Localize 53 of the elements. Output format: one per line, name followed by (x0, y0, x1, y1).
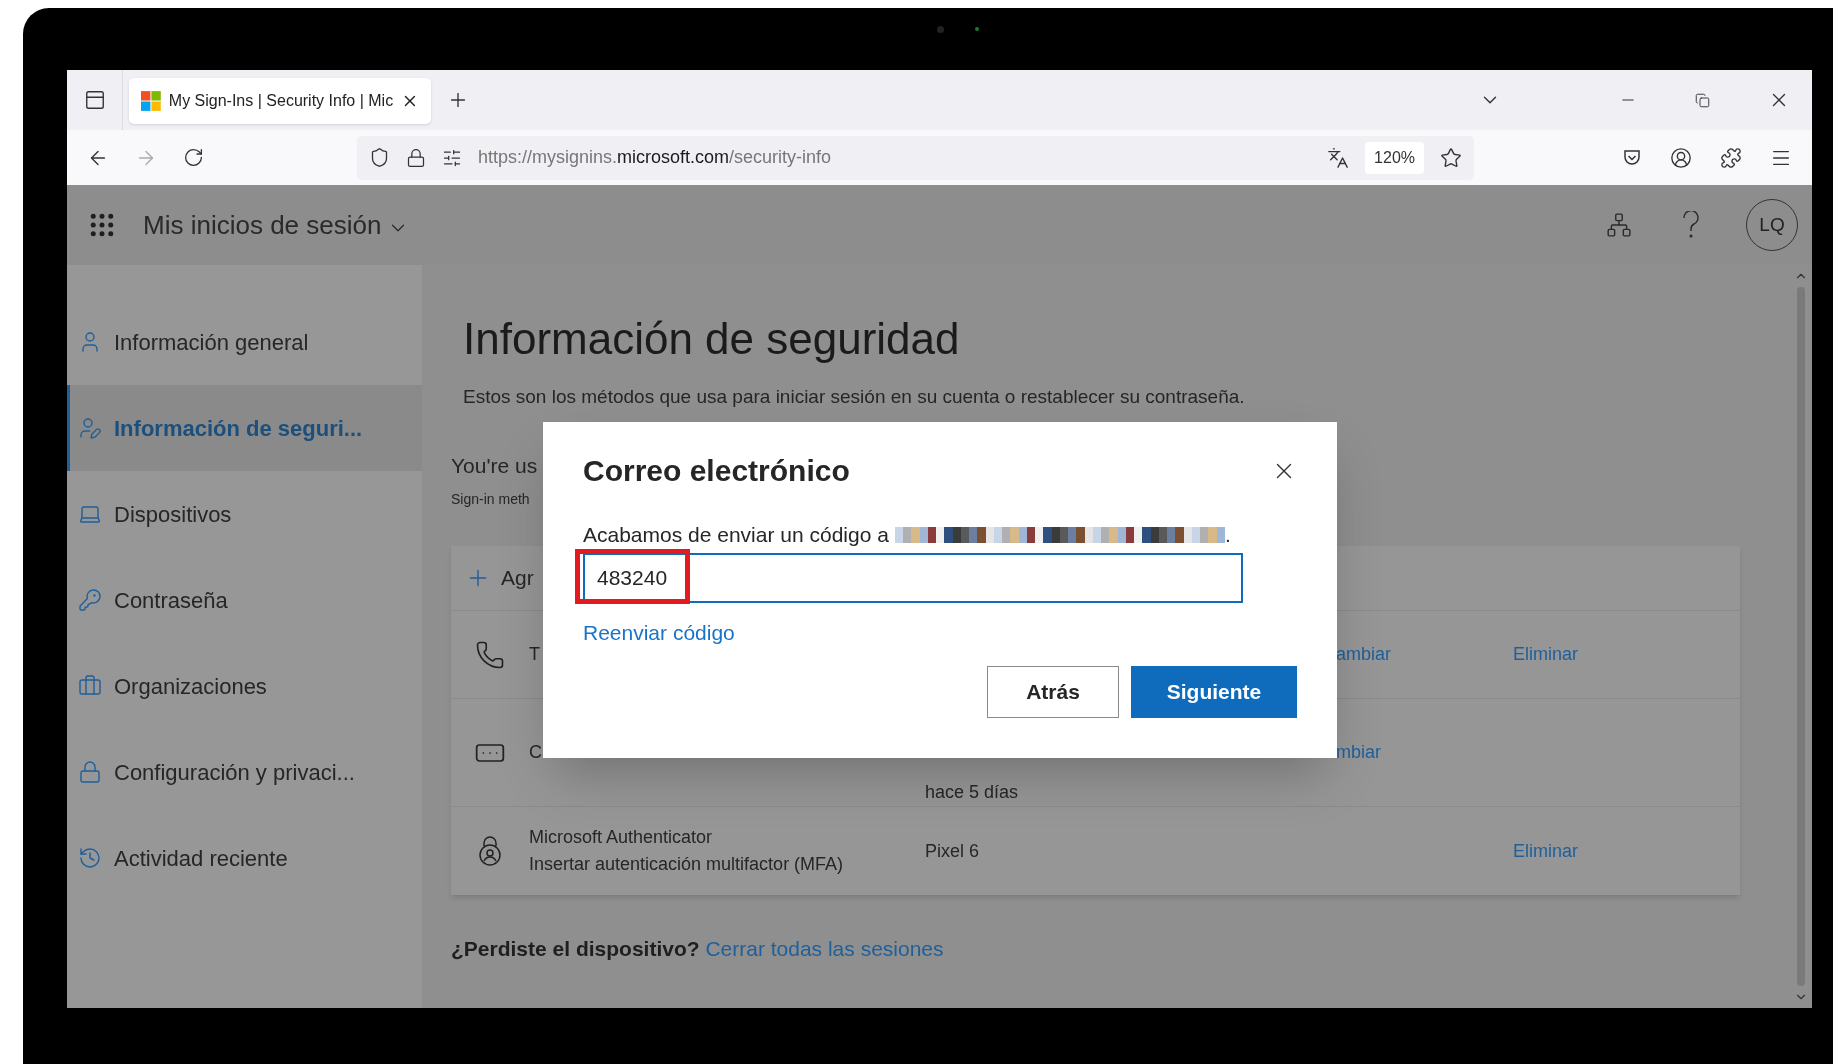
reload-icon[interactable] (183, 147, 204, 168)
camera-light-icon (975, 27, 979, 31)
translate-icon[interactable] (1327, 146, 1350, 169)
dialog-message: Acabamos de enviar un código a (583, 522, 889, 548)
tab-title: My Sign-Ins | Security Info | Mic (168, 91, 394, 111)
tab-list-icon[interactable] (83, 89, 106, 111)
method-description: Insertar autenticación multifactor (MFA) (529, 853, 844, 876)
person-pen-icon (78, 416, 102, 440)
org-chart-icon[interactable] (1606, 212, 1632, 238)
account-icon[interactable] (1670, 146, 1692, 169)
method-detail: Pixel 6 (925, 840, 980, 861)
sidebar-item[interactable]: Contraseña (67, 557, 422, 643)
briefcase-icon (78, 674, 102, 698)
sidebar-item[interactable]: Configuración y privaci... (67, 729, 422, 815)
method-name: C (529, 741, 542, 764)
four-squares-logo-icon (141, 91, 161, 111)
add-method-link[interactable]: Agr (501, 562, 534, 594)
bookmark-star-icon[interactable] (1440, 146, 1462, 169)
back-button[interactable]: Atrás (987, 666, 1119, 718)
sidebar-item[interactable]: Actividad reciente (67, 815, 422, 901)
resend-code-link[interactable]: Reenviar código (583, 620, 735, 644)
page-title: Información de seguridad (463, 313, 961, 365)
help-icon[interactable] (1682, 211, 1700, 239)
phone-icon (475, 639, 505, 670)
page-subtitle: Estos son los métodos que usa para iniciar sesión en su cuenta o restablecer su contraseña. (463, 385, 1246, 409)
method-detail: hace 5 días (925, 782, 1019, 802)
lock-person-icon (476, 836, 504, 866)
lost-device-text: ¿Perdiste el dispositivo? Cerrar todas las sesiones (451, 936, 944, 962)
restore-icon[interactable] (1695, 92, 1710, 108)
app-title[interactable]: Mis inicios de sesión (143, 205, 382, 245)
browser-tab[interactable]: My Sign-Ins | Security Info | Mic (129, 78, 431, 124)
zoom-level[interactable]: 120% (1365, 141, 1424, 174)
next-button[interactable]: Siguiente (1131, 666, 1297, 718)
lock-icon (78, 760, 102, 784)
permissions-icon[interactable] (442, 147, 462, 168)
address-bar[interactable]: https://mysignins.microsoft.com/security-info 120% (357, 135, 1474, 180)
sidebar-item[interactable]: Información general (67, 299, 422, 385)
camera-icon (937, 26, 944, 33)
shield-icon[interactable] (369, 147, 390, 168)
lock-icon[interactable] (406, 147, 426, 168)
method-name: T (529, 643, 540, 666)
dialog-title: Correo electrónico (583, 453, 850, 489)
method-name: Microsoft Authenticator (529, 826, 713, 849)
sidebar-item[interactable]: Dispositivos (67, 471, 422, 557)
history-icon (78, 846, 102, 870)
section-subtitle: Sign-in meth (451, 490, 530, 509)
sidebar-item[interactable]: Organizaciones (67, 643, 422, 729)
code-input-field[interactable]: 483240 (583, 552, 1243, 603)
section-heading: You're us (451, 452, 538, 479)
dialog-message-end: . (1224, 522, 1231, 548)
extensions-icon[interactable] (1720, 146, 1742, 169)
url-text: https://mysignins.microsoft.com/security-info (478, 146, 832, 169)
key-icon (78, 588, 102, 612)
